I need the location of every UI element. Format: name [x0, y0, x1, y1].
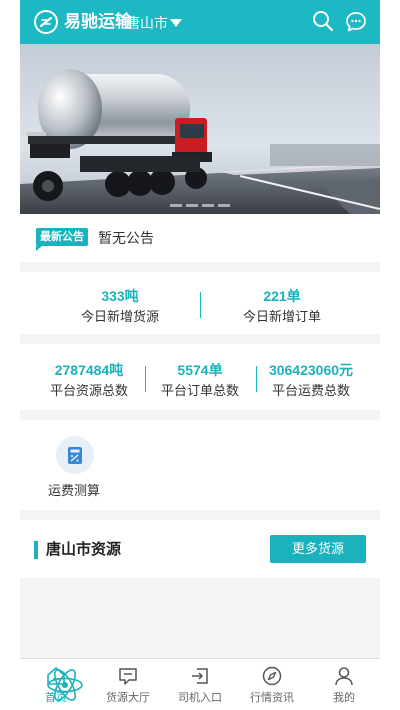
carousel-dot[interactable]	[218, 204, 230, 207]
app-screen: 易驰运输 唐山市 最新公告 暂无公告 333吨 今日新增货源 221单 今日新增…	[20, 0, 380, 710]
right-margin	[380, 0, 400, 710]
stat-value: 5574单	[177, 362, 223, 378]
tools-section: 运费测算	[20, 420, 380, 510]
platform-stats: 2787484吨 平台资源总数 5574单 平台订单总数 306423060元 …	[20, 344, 380, 410]
stat-label: 平台资源总数	[49, 383, 128, 398]
resources-header: 唐山市资源 更多货源	[20, 520, 380, 578]
tab-label: 行情资讯	[250, 692, 294, 704]
profile-icon	[335, 667, 353, 686]
announcement-bar[interactable]: 最新公告 暂无公告	[20, 214, 380, 262]
stat-total-orders: 5574单 平台订单总数	[154, 361, 246, 400]
today-stats: 333吨 今日新增货源 221单 今日新增订单	[20, 272, 380, 334]
tanker-truck-image	[20, 44, 380, 214]
tab-cargo-hall[interactable]: 货源大厅	[92, 659, 164, 710]
message-icon[interactable]	[344, 10, 368, 34]
announcement-text: 暂无公告	[98, 230, 154, 246]
announcement-badge: 最新公告	[36, 228, 88, 251]
search-icon[interactable]	[312, 10, 334, 32]
stat-new-cargo: 333吨 今日新增货源	[60, 287, 180, 326]
banner-carousel[interactable]	[20, 44, 380, 214]
driver-entry-icon	[192, 668, 208, 684]
top-header: 易驰运输 唐山市	[20, 0, 380, 44]
tab-label: 我的	[333, 692, 355, 704]
section-accent-bar	[34, 541, 38, 559]
calculator-icon	[68, 447, 82, 464]
react-logo-icon	[47, 669, 83, 701]
tab-home[interactable]: 首页	[20, 659, 92, 710]
stat-total-resources: 2787484吨 平台资源总数	[40, 361, 138, 400]
divider	[256, 366, 257, 392]
freight-calculator-label[interactable]: 运费测算	[48, 482, 100, 500]
stat-value: 221单	[263, 288, 301, 304]
page: 易驰运输 唐山市 最新公告 暂无公告 333吨 今日新增货源 221单 今日新增…	[0, 0, 400, 710]
city-selector[interactable]: 唐山市	[126, 14, 168, 32]
tab-label: 货源大厅	[106, 692, 150, 704]
resources-title: 唐山市资源	[46, 541, 122, 558]
bottom-tab-bar: 首页 货源大厅 司机入口 行情资讯 我的	[20, 658, 380, 710]
tab-driver-entry[interactable]: 司机入口	[164, 659, 236, 710]
freight-calculator-button[interactable]	[56, 436, 94, 474]
carousel-dot[interactable]	[202, 204, 214, 207]
tab-market-news[interactable]: 行情资讯	[236, 659, 308, 710]
app-logo-icon	[34, 10, 58, 34]
carousel-dot[interactable]	[170, 204, 182, 207]
stat-label: 平台订单总数	[160, 383, 239, 398]
stat-value: 2787484吨	[54, 362, 124, 378]
caret-down-icon[interactable]	[170, 19, 182, 27]
app-name: 易驰运输	[64, 12, 132, 31]
carousel-dot[interactable]	[186, 204, 198, 207]
stat-label: 今日新增订单	[242, 309, 321, 324]
divider	[200, 292, 201, 318]
stat-label: 今日新增货源	[80, 309, 159, 324]
more-cargo-button[interactable]: 更多货源	[270, 535, 366, 563]
cargo-hall-icon	[119, 668, 137, 685]
stat-value: 306423060元	[268, 362, 354, 378]
left-margin	[0, 0, 20, 710]
divider	[145, 366, 146, 392]
stat-total-freight: 306423060元 平台运费总数	[260, 361, 362, 400]
tab-profile[interactable]: 我的	[308, 659, 380, 710]
tab-label: 司机入口	[178, 692, 222, 704]
stat-new-orders: 221单 今日新增订单	[222, 287, 342, 326]
stat-label: 平台运费总数	[271, 383, 350, 398]
compass-icon	[262, 666, 282, 686]
stat-value: 333吨	[101, 288, 139, 304]
